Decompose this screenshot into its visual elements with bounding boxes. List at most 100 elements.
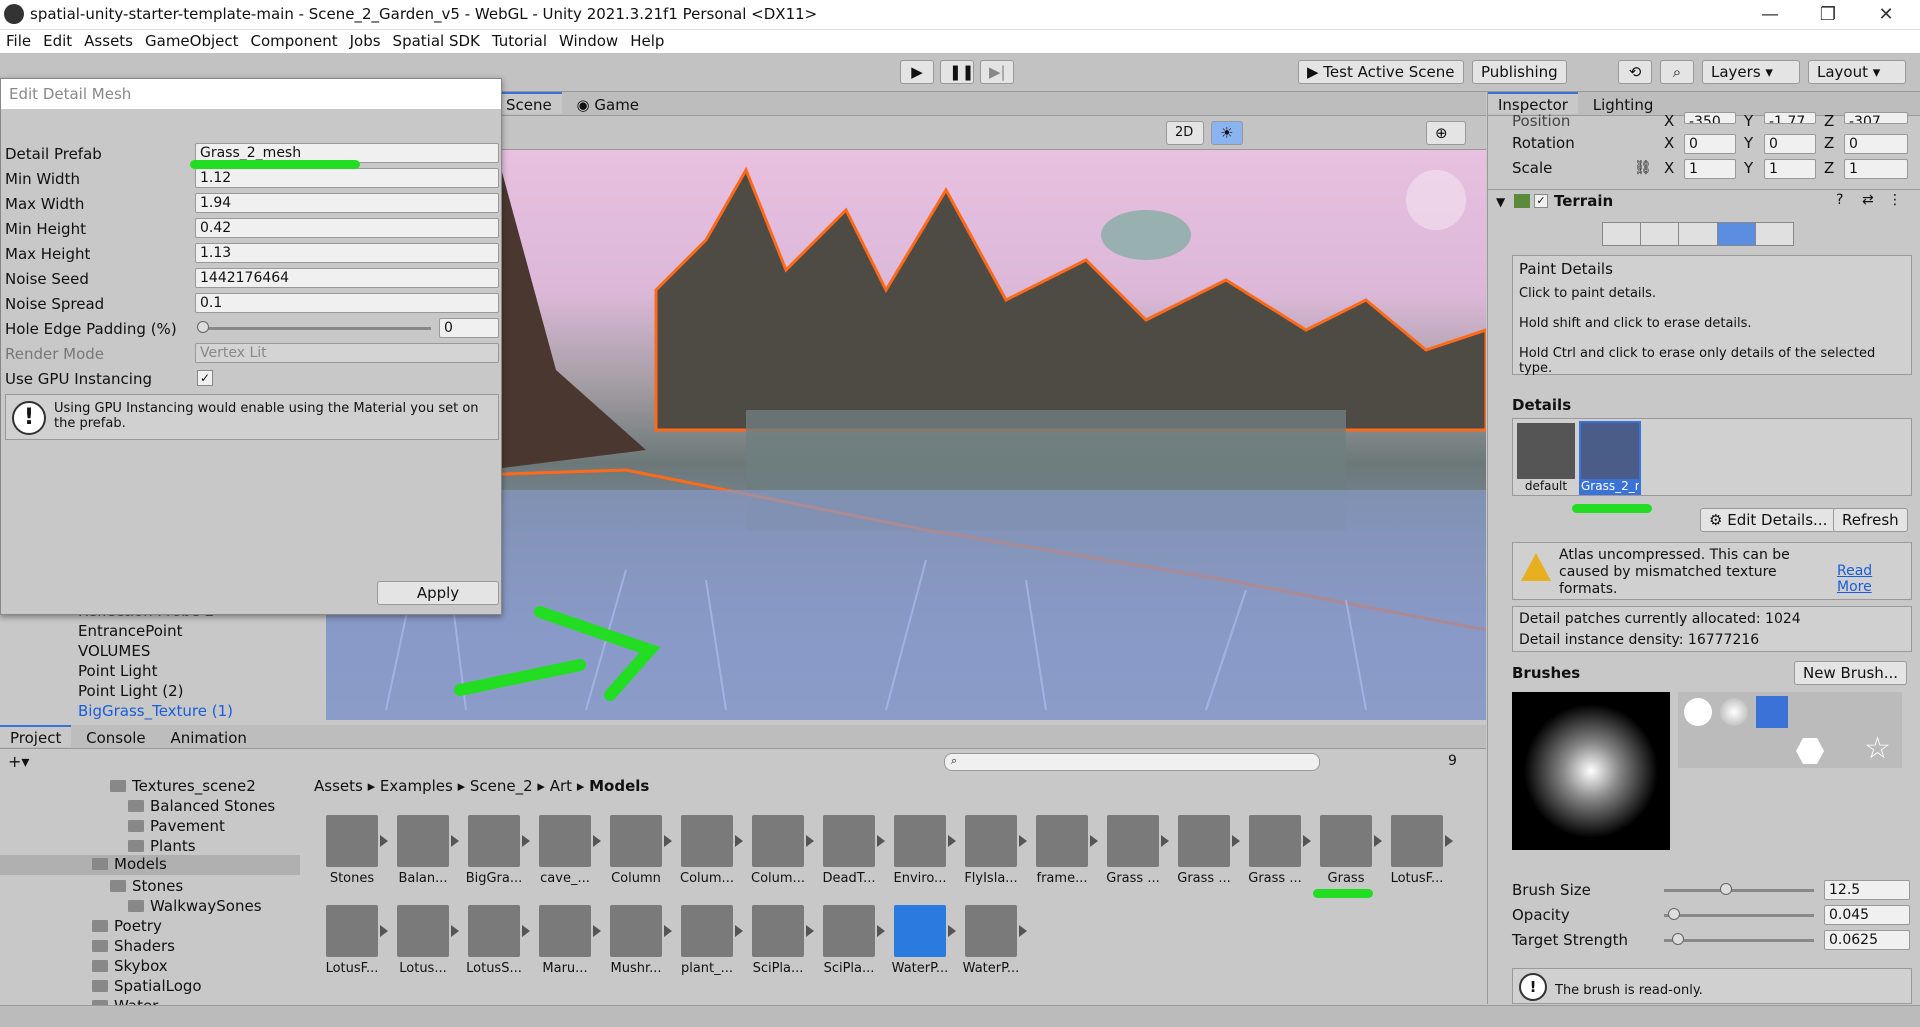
menu-file[interactable]: File bbox=[0, 30, 37, 52]
project-search-input[interactable]: ⌕ bbox=[944, 753, 1320, 771]
menu-edit[interactable]: Edit bbox=[37, 30, 78, 52]
position-x-field[interactable]: -350 bbox=[1684, 112, 1736, 124]
asset-item[interactable]: Stones bbox=[320, 815, 388, 886]
brush-option[interactable] bbox=[1684, 698, 1712, 726]
asset-item[interactable]: Grass bbox=[1314, 815, 1382, 886]
lighting-toggle-icon[interactable]: ☀ bbox=[1211, 121, 1243, 145]
position-z-field[interactable]: -307 bbox=[1844, 112, 1908, 124]
hierarchy-item[interactable]: Point Light bbox=[78, 662, 157, 680]
layout-dropdown[interactable]: Layout ▾ bbox=[1808, 60, 1906, 84]
tab-project[interactable]: Project bbox=[0, 725, 72, 747]
hole-edge-field[interactable]: 0 bbox=[439, 318, 499, 338]
asset-item[interactable]: Grass ... bbox=[1243, 815, 1311, 886]
render-mode-dropdown[interactable]: Vertex Lit bbox=[195, 343, 499, 363]
folder-item[interactable]: Balanced Stones bbox=[128, 797, 275, 815]
toggle-2d-button[interactable]: 2D bbox=[1166, 121, 1204, 145]
tab-game[interactable]: ◉ Game bbox=[567, 94, 650, 116]
publishing-button[interactable]: Publishing bbox=[1472, 60, 1567, 84]
paint-trees-icon[interactable] bbox=[1679, 223, 1718, 245]
max-height-field[interactable]: 1.13 bbox=[195, 243, 499, 263]
scene-gizmo-icon[interactable] bbox=[1406, 170, 1466, 230]
create-terrain-icon[interactable] bbox=[1603, 223, 1642, 245]
foldout-arrow-icon[interactable]: ▼ bbox=[1496, 195, 1505, 209]
scale-x-field[interactable]: 1 bbox=[1684, 159, 1736, 179]
paint-details-icon[interactable] bbox=[1717, 223, 1756, 245]
new-brush-button[interactable]: New Brush... bbox=[1794, 661, 1908, 685]
tab-console[interactable]: Console bbox=[76, 727, 156, 749]
scale-y-field[interactable]: 1 bbox=[1764, 159, 1816, 179]
asset-item[interactable]: WaterP... bbox=[959, 905, 1027, 976]
opacity-handle[interactable] bbox=[1668, 908, 1680, 920]
target-strength-handle[interactable] bbox=[1672, 933, 1684, 945]
asset-item[interactable]: FlyIsla... bbox=[959, 815, 1027, 886]
refresh-button[interactable]: Refresh bbox=[1833, 508, 1908, 532]
menu-window[interactable]: Window bbox=[553, 30, 624, 52]
help-icon[interactable]: ? bbox=[1836, 192, 1843, 208]
gpu-instancing-checkbox[interactable]: ✓ bbox=[197, 370, 213, 386]
asset-item[interactable]: Lotus... bbox=[391, 905, 459, 976]
folder-item[interactable]: Water bbox=[92, 997, 158, 1005]
breadcrumb-item[interactable]: Assets bbox=[314, 777, 363, 795]
hexagon-brush-icon[interactable] bbox=[1796, 738, 1824, 764]
brush-size-handle[interactable] bbox=[1720, 883, 1732, 895]
folder-item[interactable]: Textures_scene2 bbox=[110, 777, 256, 795]
asset-item[interactable]: DeadT... bbox=[817, 815, 885, 886]
menu-component[interactable]: Component bbox=[245, 30, 344, 52]
star-brush-icon[interactable]: ☆ bbox=[1864, 734, 1891, 764]
brush-option[interactable] bbox=[1720, 698, 1748, 726]
breadcrumb-item[interactable]: Scene_2 bbox=[470, 777, 533, 795]
folder-item[interactable]: Skybox bbox=[92, 957, 168, 975]
folder-item[interactable]: Stones bbox=[110, 877, 183, 895]
asset-item[interactable]: LotusF... bbox=[320, 905, 388, 976]
tab-lighting[interactable]: Lighting bbox=[1583, 94, 1664, 116]
edit-details-button[interactable]: ⚙ Edit Details... bbox=[1700, 508, 1837, 532]
asset-item[interactable]: Colum... bbox=[746, 815, 814, 886]
detail-item-default[interactable]: default bbox=[1517, 423, 1575, 493]
asset-item[interactable]: Grass ... bbox=[1172, 815, 1240, 886]
preset-icon[interactable]: ⇄ bbox=[1862, 192, 1874, 208]
sculpt-icon[interactable] bbox=[1641, 223, 1680, 245]
folder-item[interactable]: WalkwaySones bbox=[128, 897, 262, 915]
tab-inspector[interactable]: Inspector bbox=[1488, 92, 1578, 114]
asset-item[interactable]: Enviro... bbox=[888, 815, 956, 886]
hierarchy-item[interactable]: Point Light (2) bbox=[78, 682, 183, 700]
rotation-y-field[interactable]: 0 bbox=[1764, 134, 1816, 154]
folder-item[interactable]: Plants bbox=[128, 837, 196, 855]
asset-item[interactable]: Balan... bbox=[391, 815, 459, 886]
breadcrumb-item-current[interactable]: Models bbox=[589, 777, 649, 795]
opacity-field[interactable]: 0.045 bbox=[1824, 905, 1910, 925]
folder-item-selected[interactable]: Models bbox=[0, 855, 300, 875]
brush-size-field[interactable]: 12.5 bbox=[1824, 880, 1910, 900]
asset-item[interactable]: Colum... bbox=[675, 815, 743, 886]
asset-item[interactable]: LotusS... bbox=[462, 905, 530, 976]
opacity-slider[interactable] bbox=[1664, 914, 1814, 917]
rotation-z-field[interactable]: 0 bbox=[1844, 134, 1908, 154]
tab-scene[interactable]: Scene bbox=[496, 92, 562, 114]
hierarchy-item[interactable]: VOLUMES bbox=[78, 642, 150, 660]
asset-item[interactable]: cave_... bbox=[533, 815, 601, 886]
breadcrumb-item[interactable]: Examples bbox=[380, 777, 453, 795]
rotation-x-field[interactable]: 0 bbox=[1684, 134, 1736, 154]
asset-item[interactable]: Mushr... bbox=[604, 905, 672, 976]
read-more-link[interactable]: Read More bbox=[1837, 563, 1911, 595]
terrain-enabled-checkbox[interactable]: ✓ bbox=[1534, 194, 1548, 208]
hole-edge-slider-handle[interactable] bbox=[197, 321, 209, 333]
brush-option-selected[interactable] bbox=[1756, 696, 1788, 728]
minimize-button[interactable]: — bbox=[1750, 2, 1790, 28]
gizmos-icon[interactable]: ⊕ bbox=[1426, 121, 1466, 145]
tab-animation[interactable]: Animation bbox=[160, 727, 256, 749]
target-strength-slider[interactable] bbox=[1664, 939, 1814, 942]
menu-spatial-sdk[interactable]: Spatial SDK bbox=[387, 30, 486, 52]
history-icon[interactable]: ⟲ bbox=[1618, 60, 1652, 84]
hole-edge-slider[interactable] bbox=[201, 327, 431, 330]
hierarchy-item[interactable]: EntrancePoint bbox=[78, 622, 182, 640]
menu-gameobject[interactable]: GameObject bbox=[139, 30, 245, 52]
folder-item[interactable]: Pavement bbox=[128, 817, 225, 835]
close-button[interactable]: ✕ bbox=[1866, 2, 1906, 28]
menu-jobs[interactable]: Jobs bbox=[344, 30, 387, 52]
noise-seed-field[interactable]: 1442176464 bbox=[195, 268, 499, 288]
search-icon[interactable]: ⌕ bbox=[1660, 60, 1694, 84]
asset-item[interactable]: LotusF... bbox=[1385, 815, 1453, 886]
asset-item[interactable]: BigGra... bbox=[462, 815, 530, 886]
more-options-icon[interactable]: ⋮ bbox=[1888, 192, 1902, 208]
